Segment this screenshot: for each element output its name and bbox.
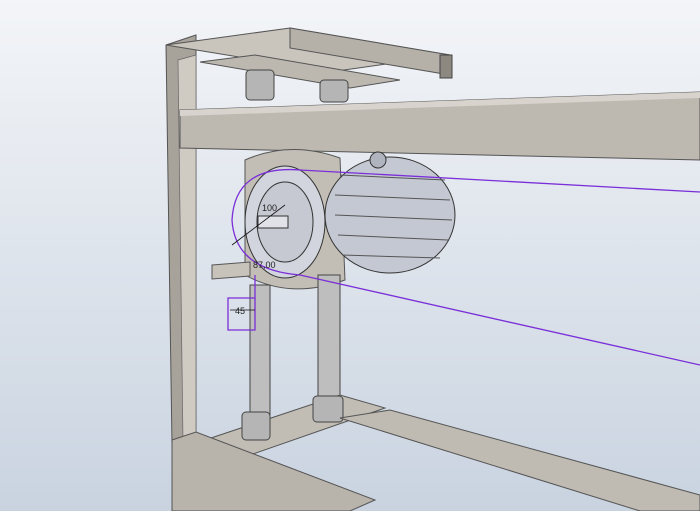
upper-bearing-right[interactable] — [319, 79, 349, 103]
lower-bearing-left[interactable] — [241, 411, 271, 441]
dimension-angle[interactable]: 87,00 — [253, 260, 276, 270]
bracket-foot[interactable] — [211, 261, 251, 280]
cad-viewport[interactable]: 100 87,00 45 — [0, 0, 700, 511]
upper-bearing-left[interactable] — [245, 69, 275, 101]
support-rod-left[interactable] — [249, 284, 271, 416]
motor-terminal-box[interactable] — [369, 151, 387, 169]
lower-bearing-right[interactable] — [312, 395, 344, 423]
dimension-diameter[interactable]: 100 — [262, 203, 277, 213]
dimension-offset[interactable]: 45 — [235, 306, 245, 316]
bottom-side-rail[interactable] — [339, 409, 700, 511]
support-rod-right[interactable] — [317, 274, 341, 406]
